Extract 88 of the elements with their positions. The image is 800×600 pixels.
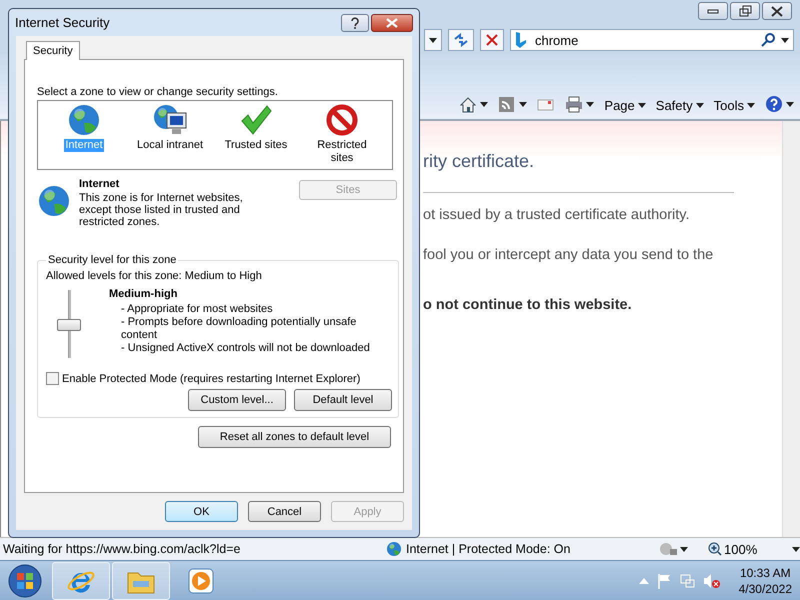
scrollbar[interactable] [782, 121, 800, 537]
checkmark-icon [239, 103, 273, 137]
globe-icon [386, 541, 402, 557]
refresh-button[interactable] [448, 29, 474, 51]
minimize-button[interactable] [698, 2, 728, 20]
status-text: Waiting for https://www.bing.com/aclk?ld=e [2, 542, 242, 556]
globe-icon [37, 184, 71, 218]
level-button[interactable]: Custom level... [188, 389, 286, 411]
help-button[interactable] [341, 14, 369, 32]
dialog-button[interactable]: Cancel [248, 501, 321, 522]
caret-icon [792, 546, 800, 552]
level-description: - Unsigned ActiveX controls will not be downloaded [120, 342, 371, 355]
restore-button[interactable] [730, 2, 760, 20]
zone-item[interactable]: Restricted sites [304, 103, 380, 167]
level-description: - Appropriate for most websites [120, 303, 274, 316]
zone-list[interactable]: Internet Local intranet Trusted sites Restricted sites [37, 100, 393, 170]
caret-icon [786, 102, 794, 106]
page-text: fool you or intercept any data you send to the [423, 247, 714, 263]
printer-button[interactable] [565, 96, 594, 113]
group-title: Security level for this zone [47, 254, 178, 266]
windows-logo-icon [8, 564, 42, 598]
stop-button[interactable] [480, 29, 504, 51]
play-icon [188, 568, 214, 594]
zone-status: Internet | Protected Mode: On [406, 542, 570, 556]
minimize-icon [707, 8, 719, 14]
menu-button[interactable]: Safety [656, 98, 704, 113]
clock-time: 10:33 AM [740, 565, 791, 581]
zone-item[interactable]: Local intranet [132, 103, 208, 167]
zone-item[interactable]: Trusted sites [218, 103, 294, 167]
bing-logo-icon [515, 32, 527, 48]
speaker-muted-icon [702, 573, 721, 589]
caret-icon [638, 103, 646, 108]
caret-icon [781, 38, 789, 42]
dialog-title: Internet Security [15, 15, 111, 30]
globe-computer-icon [152, 103, 188, 137]
network-icon [678, 573, 695, 589]
help-button[interactable] [765, 95, 794, 113]
caret-icon [480, 102, 488, 107]
taskbar-app[interactable] [52, 562, 110, 600]
menu-button[interactable]: Page [604, 98, 646, 113]
page-heading: rity certificate. [423, 151, 536, 172]
search-icon [761, 33, 775, 47]
refresh-icon [453, 33, 469, 47]
no-entry-icon [325, 103, 359, 137]
allowed-levels: Allowed levels for this zone: Medium to High [46, 270, 263, 282]
feed-icon [498, 96, 516, 113]
home-icon [459, 96, 478, 113]
feed-button[interactable] [498, 96, 528, 113]
warning-text: o not continue to this website. [423, 297, 633, 313]
globe-icon [67, 103, 101, 137]
printer-icon [565, 96, 584, 113]
close-icon [485, 33, 499, 47]
dialog-button[interactable]: OK [165, 501, 238, 522]
menu-button[interactable]: Tools [714, 98, 755, 113]
restore-icon [738, 5, 752, 17]
search-bar[interactable]: chrome [510, 29, 794, 51]
tab[interactable]: Security [26, 41, 80, 60]
zoom-icon [708, 542, 722, 556]
level-description: - Prompts before downloading potentially unsafe content [120, 316, 358, 342]
clock-date: 4/30/2022 [738, 581, 792, 597]
reset-button[interactable]: Reset all zones to default level [198, 426, 391, 448]
caret-icon [696, 103, 704, 108]
caret-icon [586, 102, 594, 107]
dropdown-button[interactable] [424, 29, 442, 51]
chevron-up-icon [638, 578, 649, 584]
zone-prompt: Select a zone to view or change security settings. [37, 86, 279, 98]
home-button[interactable] [459, 96, 488, 113]
zoom-button[interactable]: 100% [702, 540, 792, 558]
zone-name: Internet [79, 178, 120, 190]
checkbox-label: Enable Protected Mode (requires restarting Internet Explorer) [62, 372, 360, 384]
caret-icon [747, 103, 755, 108]
caret-icon [519, 102, 528, 107]
help-icon [350, 16, 360, 28]
zone-description: This zone is for Internet websites, except those listed in trusted and restricted zones. [79, 192, 244, 228]
slider-thumb[interactable] [57, 319, 81, 331]
close-icon [386, 18, 398, 28]
caret-icon [429, 38, 437, 42]
flag-icon [656, 573, 671, 589]
close-button[interactable] [762, 2, 792, 20]
page-text: ot issued by a trusted certificate authority. [423, 207, 691, 223]
close-icon [771, 6, 783, 16]
level-button[interactable]: Default level [294, 389, 392, 411]
help-icon [765, 95, 783, 113]
taskbar-app[interactable] [112, 562, 170, 600]
checkbox[interactable] [46, 372, 59, 385]
level-name: Medium-high [109, 288, 178, 301]
close-button[interactable] [371, 14, 413, 32]
caret-icon [680, 546, 688, 552]
